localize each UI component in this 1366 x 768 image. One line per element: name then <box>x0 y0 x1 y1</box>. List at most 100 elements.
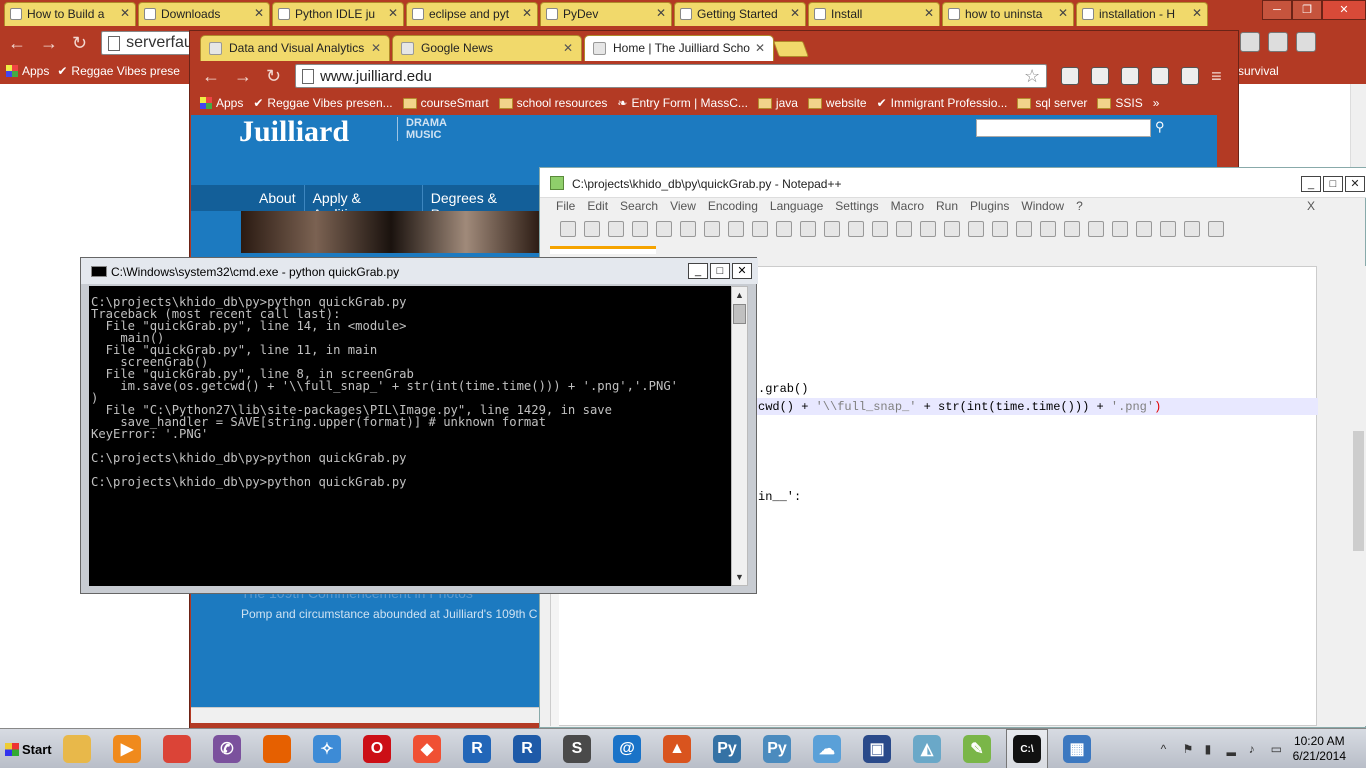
menu-item[interactable]: Language <box>770 199 823 218</box>
minimize-button[interactable]: _ <box>688 263 708 279</box>
close-button[interactable]: ✕ <box>1345 176 1365 192</box>
taskbar-sublime[interactable]: S <box>556 729 598 768</box>
forward-arrow-icon[interactable]: → <box>234 66 252 87</box>
taskbar-safari[interactable]: ✧ <box>306 729 348 768</box>
close-button[interactable]: ✕ <box>732 263 752 279</box>
save-icon[interactable] <box>608 221 624 237</box>
close-document-icon[interactable]: X <box>1307 199 1315 213</box>
bookmark-item[interactable]: ❧ Entry Form | MassC... <box>617 96 748 110</box>
bookmark-item[interactable]: java <box>757 96 798 110</box>
close-icon[interactable] <box>656 221 672 237</box>
console-output[interactable]: C:\projects\khido_db\py>python quickGrab… <box>89 286 731 586</box>
find-icon[interactable] <box>848 221 864 237</box>
maximize-button[interactable]: □ <box>710 263 730 279</box>
juilliard-logo[interactable]: Juilliard <box>239 115 349 149</box>
save-all-icon[interactable] <box>632 221 648 237</box>
run-macro-icon[interactable] <box>1184 221 1200 237</box>
bookmark-item[interactable]: ✔ Immigrant Professio... <box>877 96 1008 110</box>
address-bar[interactable]: www.juilliard.edu ☆ <box>295 64 1048 88</box>
plus-extension-icon[interactable] <box>1151 67 1170 85</box>
sync-h-icon[interactable] <box>968 221 984 237</box>
undo-icon[interactable] <box>800 221 816 237</box>
reload-icon[interactable]: ↻ <box>266 66 281 87</box>
taskbar-firefox[interactable] <box>256 729 298 768</box>
taskbar-r-gui[interactable]: R <box>506 729 548 768</box>
word-wrap-icon[interactable] <box>992 221 1008 237</box>
close-icon[interactable]: ✕ <box>563 41 573 55</box>
menu-item[interactable]: Encoding <box>708 199 758 218</box>
taskbar-opera[interactable]: O <box>356 729 398 768</box>
menu-item[interactable]: Macro <box>891 199 924 218</box>
close-icon[interactable]: ✕ <box>388 6 398 20</box>
mail-checker-icon[interactable] <box>1181 67 1200 85</box>
taskbar-git[interactable]: ◆ <box>406 729 448 768</box>
editor-scrollbar[interactable] <box>1351 266 1366 726</box>
scrollbar-thumb[interactable] <box>733 304 746 324</box>
taskbar-r-studio[interactable]: R <box>456 729 498 768</box>
menu-item[interactable]: ? <box>1076 199 1083 218</box>
site-search-input[interactable] <box>976 119 1151 137</box>
battery-icon[interactable]: ▭ <box>1271 742 1285 756</box>
background-tab[interactable]: Python IDLE ju ✕ <box>272 2 404 26</box>
taskbar-viber[interactable]: ✆ <box>206 729 248 768</box>
background-tab[interactable]: How to Build a ✕ <box>4 2 136 26</box>
bookmark-item[interactable]: ✔ Reggae Vibes presen... <box>253 96 392 110</box>
background-tab[interactable]: how to uninsta ✕ <box>942 2 1074 26</box>
tab[interactable]: Data and Visual Analytics ✕ <box>200 35 390 61</box>
back-arrow-icon[interactable]: ← <box>8 33 26 54</box>
gmail-icon[interactable] <box>1268 32 1288 52</box>
record-macro-icon[interactable] <box>1112 221 1128 237</box>
minimize-button[interactable]: _ <box>1301 176 1321 192</box>
close-all-icon[interactable] <box>680 221 696 237</box>
menu-item[interactable]: View <box>670 199 696 218</box>
gmail-icon[interactable] <box>1091 67 1110 85</box>
cut-icon[interactable] <box>728 221 744 237</box>
bookmark-star-icon[interactable]: ☆ <box>1024 66 1040 87</box>
green-extension-icon[interactable] <box>1121 67 1140 85</box>
forward-arrow-icon[interactable]: → <box>40 33 58 54</box>
bookmark-item[interactable]: SSIS <box>1097 96 1143 110</box>
taskbar-python[interactable]: Py <box>756 729 798 768</box>
taskbar-matlab[interactable]: ▲ <box>656 729 698 768</box>
zoom-out-icon[interactable] <box>920 221 936 237</box>
bookmark-item[interactable]: school resources <box>498 96 607 110</box>
function-list-icon[interactable] <box>1088 221 1104 237</box>
asterisk-extension-icon[interactable] <box>1061 67 1080 85</box>
scrollbar-thumb[interactable] <box>1353 431 1364 551</box>
tab[interactable]: Home | The Juilliard Scho ✕ <box>584 35 774 61</box>
replace-icon[interactable] <box>872 221 888 237</box>
menu-item[interactable]: File <box>556 199 575 218</box>
close-icon[interactable]: ✕ <box>1058 6 1068 20</box>
maximize-button[interactable]: ❐ <box>1292 0 1322 20</box>
background-address-bar[interactable]: serverfau <box>101 31 192 55</box>
taskbar-cloud-app[interactable]: ☁ <box>806 729 848 768</box>
taskbar-notepadpp[interactable]: ✎ <box>956 729 998 768</box>
close-icon[interactable]: ✕ <box>254 6 264 20</box>
indent-guide-icon[interactable] <box>1040 221 1056 237</box>
close-icon[interactable]: ✕ <box>120 6 130 20</box>
bookmark-item[interactable]: website <box>807 96 867 110</box>
background-tab[interactable]: PyDev ✕ <box>540 2 672 26</box>
background-tab[interactable]: Getting Started ✕ <box>674 2 806 26</box>
close-icon[interactable]: ✕ <box>522 6 532 20</box>
minimize-button[interactable]: ─ <box>1262 0 1292 20</box>
taskbar-python-ide[interactable]: Py <box>706 729 748 768</box>
nav-item[interactable]: Degrees & Progra <box>423 185 551 222</box>
horizontal-scrollbar[interactable] <box>191 707 541 723</box>
menu-item[interactable]: Search <box>620 199 658 218</box>
menu-item[interactable]: Edit <box>587 199 608 218</box>
taskbar-remote-desktop[interactable]: ▦ <box>1056 729 1098 768</box>
network-icon[interactable]: ▮ <box>1205 742 1219 756</box>
clock[interactable]: 10:20 AM 6/21/2014 <box>1293 734 1346 764</box>
bookmark-item[interactable]: sql server <box>1017 96 1087 110</box>
bookmark-item[interactable]: Apps <box>200 96 243 110</box>
menu-icon[interactable] <box>1296 32 1316 52</box>
taskbar-at-mail[interactable]: @ <box>606 729 648 768</box>
background-tab[interactable]: Install ✕ <box>808 2 940 26</box>
show-hidden-icons-icon[interactable]: ^ <box>1161 742 1175 756</box>
taskbar-file-explorer[interactable] <box>56 729 98 768</box>
close-icon[interactable]: ✕ <box>656 6 666 20</box>
scroll-up-icon[interactable]: ▲ <box>732 287 747 303</box>
zoom-in-icon[interactable] <box>896 221 912 237</box>
bookmark-item[interactable]: courseSmart <box>402 96 489 110</box>
